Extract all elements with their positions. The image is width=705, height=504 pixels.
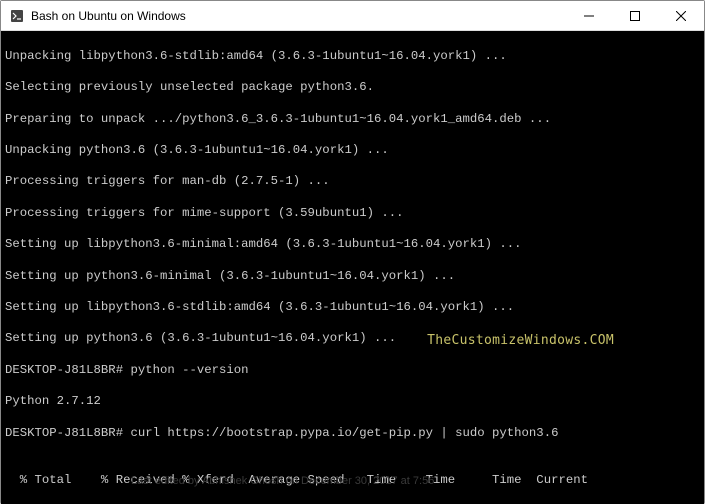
terminal-line: Setting up python3.6-minimal (3.6.3-1ubu…: [5, 269, 700, 285]
terminal-line: % Total % Received % Xferd Average Speed…: [5, 473, 700, 489]
window-title: Bash on Ubuntu on Windows: [31, 9, 566, 23]
maximize-button[interactable]: [612, 1, 658, 30]
terminal-line: Processing triggers for mime-support (3.…: [5, 206, 700, 222]
terminal-line: DESKTOP-J81L8BR# python --version: [5, 363, 700, 379]
terminal-line: Selecting previously unselected package …: [5, 80, 700, 96]
terminal-line: Processing triggers for man-db (2.7.5-1)…: [5, 174, 700, 190]
terminal-line: DESKTOP-J81L8BR# curl https://bootstrap.…: [5, 426, 700, 442]
terminal-output[interactable]: Unpacking libpython3.6-stdlib:amd64 (3.6…: [1, 31, 704, 504]
terminal-line: Setting up python3.6 (3.6.3-1ubuntu1~16.…: [5, 331, 700, 347]
app-icon: [9, 8, 25, 24]
minimize-button[interactable]: [566, 1, 612, 30]
window-titlebar: Bash on Ubuntu on Windows: [1, 1, 704, 31]
terminal-line: Unpacking libpython3.6-stdlib:amd64 (3.6…: [5, 49, 700, 65]
terminal-line: Unpacking python3.6 (3.6.3-1ubuntu1~16.0…: [5, 143, 700, 159]
terminal-line: Python 2.7.12: [5, 394, 700, 410]
terminal-line: Setting up libpython3.6-stdlib:amd64 (3.…: [5, 300, 700, 316]
terminal-line: Preparing to unpack .../python3.6_3.6.3-…: [5, 112, 700, 128]
window-controls: [566, 1, 704, 30]
terminal-line: Setting up libpython3.6-minimal:amd64 (3…: [5, 237, 700, 253]
close-button[interactable]: [658, 1, 704, 30]
